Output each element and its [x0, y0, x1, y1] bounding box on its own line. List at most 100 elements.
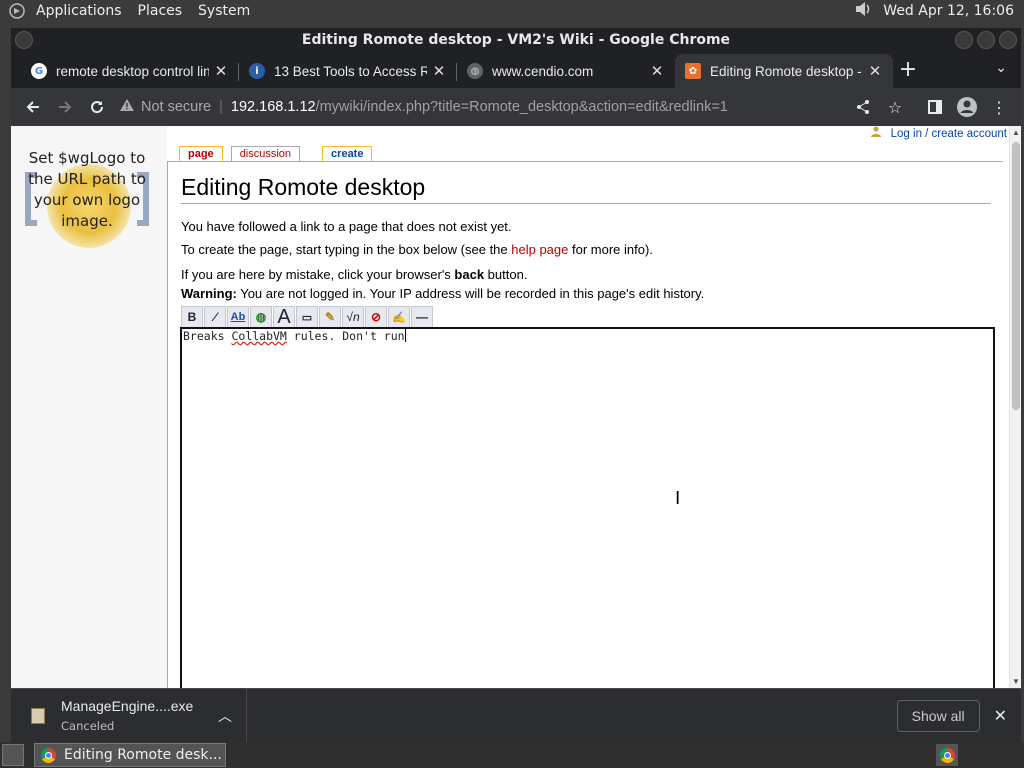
top-panel: Applications Places System Wed Apr 12, 1…: [0, 0, 1024, 22]
tab-page[interactable]: page: [179, 146, 223, 161]
globe-icon: ◍: [467, 63, 483, 79]
headline-icon[interactable]: A: [273, 306, 295, 328]
login-link[interactable]: Log in / create account: [871, 126, 1007, 140]
notice-text: If you are here by mistake, click your b…: [181, 267, 455, 282]
file-icon: [31, 707, 45, 724]
minimize-button[interactable]: [955, 31, 973, 49]
math-formula-icon[interactable]: √n: [342, 306, 364, 328]
scrollbar-thumb[interactable]: [1012, 142, 1020, 410]
notice-text: To create the page, start typing in the …: [181, 242, 512, 257]
gnome-foot-icon[interactable]: [6, 0, 28, 22]
notice-text: for more info).: [568, 242, 653, 257]
tab-google-search[interactable]: G remote desktop control linu ✕: [21, 54, 239, 88]
address-bar[interactable]: Not secure | 192.168.1.12/mywiki/index.p…: [119, 92, 841, 122]
tab-editing-romote-desktop[interactable]: ✿ Editing Romote desktop - V ✕: [675, 54, 893, 88]
forward-button[interactable]: [49, 91, 81, 123]
login-link-label[interactable]: Log in / create account: [891, 128, 1007, 140]
editor-text: Breaks: [183, 329, 232, 343]
back-button[interactable]: [17, 91, 49, 123]
bold-icon[interactable]: B: [181, 306, 203, 328]
signature-icon[interactable]: ✍: [388, 306, 410, 328]
system-menu[interactable]: System: [190, 0, 258, 22]
close-tab-icon[interactable]: ✕: [867, 62, 883, 80]
page-scrollbar[interactable]: ▲ ▼: [1009, 126, 1021, 688]
mouse-ibeam-cursor-icon: I: [675, 488, 681, 509]
external-link-icon[interactable]: ◍: [250, 306, 272, 328]
notice-create-help: To create the page, start typing in the …: [181, 242, 1003, 257]
tab-create[interactable]: create: [322, 146, 373, 161]
info-icon: i: [249, 63, 265, 79]
tab-search-chevron-icon[interactable]: ⌄: [995, 60, 1007, 76]
maximize-button[interactable]: [977, 31, 995, 49]
chevron-up-icon[interactable]: ︿: [218, 706, 232, 726]
warning-label: Warning:: [181, 286, 237, 301]
workspace-chrome-icon[interactable]: [936, 744, 958, 766]
browser-menu-icon[interactable]: ⋮: [983, 91, 1015, 123]
new-tab-button[interactable]: +: [893, 54, 923, 88]
places-menu[interactable]: Places: [130, 0, 191, 22]
tab-strip: G remote desktop control linu ✕ i 13 Bes…: [11, 52, 1021, 88]
tab-title: 13 Best Tools to Access R: [274, 63, 427, 79]
file-link-icon[interactable]: ✎: [319, 306, 341, 328]
close-shelf-icon[interactable]: ✕: [994, 706, 1007, 725]
clock[interactable]: Wed Apr 12, 16:06: [873, 3, 1018, 19]
warning-triangle-icon[interactable]: [119, 98, 135, 116]
help-page-link[interactable]: help page: [511, 242, 568, 257]
download-filename[interactable]: ManageEngine....exe: [61, 698, 193, 714]
nowiki-icon[interactable]: ⊘: [365, 306, 387, 328]
edit-textarea[interactable]: Breaks CollabVM rules. Don't run: [180, 327, 995, 688]
reload-button[interactable]: [81, 91, 113, 123]
browser-toolbar: Not secure | 192.168.1.12/mywiki/index.p…: [11, 88, 1021, 126]
text-caret: [404, 329, 406, 342]
logo-text: Set $wgLogo to the URL path to your own …: [28, 149, 146, 230]
close-tab-icon[interactable]: ✕: [649, 62, 665, 80]
bookmark-star-icon[interactable]: ☆: [879, 91, 911, 123]
window-title: Editing Romote desktop - VM2's Wiki - Go…: [301, 32, 731, 48]
warning-text: You are not logged in. Your IP address w…: [236, 286, 705, 301]
taskbar-window-button[interactable]: Editing Romote desk...: [34, 743, 226, 767]
tab-title: www.cendio.com: [492, 63, 594, 79]
horizontal-line-icon[interactable]: —: [411, 306, 433, 328]
not-secure-label[interactable]: Not secure: [141, 99, 211, 115]
tab-title: Editing Romote desktop - V: [710, 63, 863, 79]
chrome-icon: [939, 747, 955, 763]
web-page: Set $wgLogo to the URL path to your own …: [11, 126, 1021, 688]
scroll-down-icon[interactable]: ▼: [1012, 677, 1020, 686]
browser-window: Editing Romote desktop - VM2's Wiki - Go…: [11, 28, 1021, 688]
editor-text-misspelled: CollabVM: [231, 329, 287, 343]
close-tab-icon[interactable]: ✕: [431, 62, 447, 80]
tab-cendio[interactable]: ◍ www.cendio.com ✕: [457, 54, 675, 88]
profile-avatar[interactable]: [951, 91, 983, 123]
back-emphasis: back: [454, 267, 485, 282]
close-window-button[interactable]: [999, 31, 1017, 49]
taskbar-window-label: Editing Romote desk...: [64, 747, 222, 763]
window-menu-button[interactable]: [15, 31, 33, 49]
embedded-file-icon[interactable]: ▭: [296, 306, 318, 328]
show-desktop-icon[interactable]: [2, 744, 24, 766]
notice-text: button.: [484, 267, 528, 282]
scroll-up-icon[interactable]: ▲: [1012, 128, 1020, 137]
download-item[interactable]: ManageEngine....exe Canceled ︿: [11, 688, 247, 743]
download-status: Canceled: [61, 719, 115, 733]
volume-icon[interactable]: [853, 0, 873, 22]
editor-text: rules. Don't run: [286, 329, 405, 343]
url-host[interactable]: 192.168.1.12: [231, 99, 316, 115]
tab-13-best-tools[interactable]: i 13 Best Tools to Access R ✕: [239, 54, 457, 88]
user-icon: [871, 126, 884, 140]
wiki-logo[interactable]: Set $wgLogo to the URL path to your own …: [19, 148, 155, 266]
side-panel-icon[interactable]: [919, 91, 951, 123]
italic-icon[interactable]: ⁄: [204, 306, 226, 328]
applications-menu[interactable]: Applications: [28, 0, 130, 22]
window-titlebar[interactable]: Editing Romote desktop - VM2's Wiki - Go…: [11, 28, 1021, 52]
address-divider: |: [219, 99, 223, 115]
tab-discussion[interactable]: discussion: [230, 146, 301, 161]
close-tab-icon[interactable]: ✕: [213, 62, 229, 80]
wiki-icon: ✿: [685, 63, 701, 79]
share-icon[interactable]: [847, 91, 879, 123]
url-path[interactable]: /mywiki/index.php?title=Romote_desktop&a…: [316, 99, 728, 115]
notice-nonexistent: You have followed a link to a page that …: [181, 219, 512, 234]
internal-link-icon[interactable]: Ab: [227, 306, 249, 328]
wiki-sidebar: Set $wgLogo to the URL path to your own …: [11, 126, 167, 688]
show-all-button[interactable]: Show all: [896, 699, 980, 732]
google-icon: G: [31, 63, 47, 79]
